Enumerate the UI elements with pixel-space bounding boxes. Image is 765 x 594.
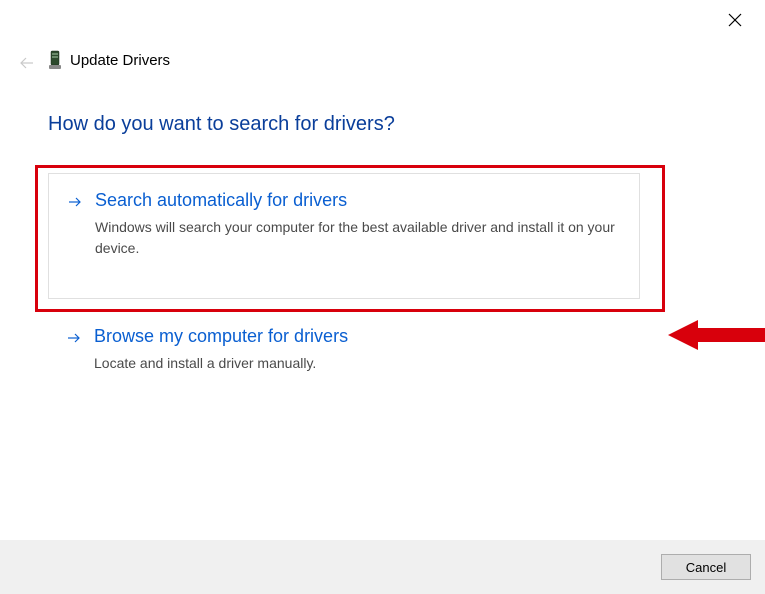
arrow-right-icon bbox=[66, 330, 82, 346]
back-button bbox=[18, 54, 36, 72]
option-title: Search automatically for drivers bbox=[95, 190, 621, 211]
wizard-title: Update Drivers bbox=[70, 52, 170, 69]
option-description: Locate and install a driver manually. bbox=[94, 353, 622, 374]
close-button[interactable] bbox=[727, 12, 743, 28]
option-search-automatically[interactable]: Search automatically for drivers Windows… bbox=[48, 173, 640, 299]
cancel-button[interactable]: Cancel bbox=[661, 554, 751, 580]
option-title: Browse my computer for drivers bbox=[94, 326, 622, 347]
arrow-right-icon bbox=[67, 194, 83, 210]
close-icon bbox=[727, 12, 743, 28]
dialog-footer: Cancel bbox=[0, 540, 765, 594]
option-description: Windows will search your computer for th… bbox=[95, 217, 621, 259]
option-browse-computer[interactable]: Browse my computer for drivers Locate an… bbox=[48, 320, 640, 396]
page-heading: How do you want to search for drivers? bbox=[48, 113, 395, 136]
callout-arrow-annotation bbox=[668, 310, 765, 360]
back-arrow-icon bbox=[18, 54, 36, 72]
device-icon bbox=[48, 50, 62, 70]
